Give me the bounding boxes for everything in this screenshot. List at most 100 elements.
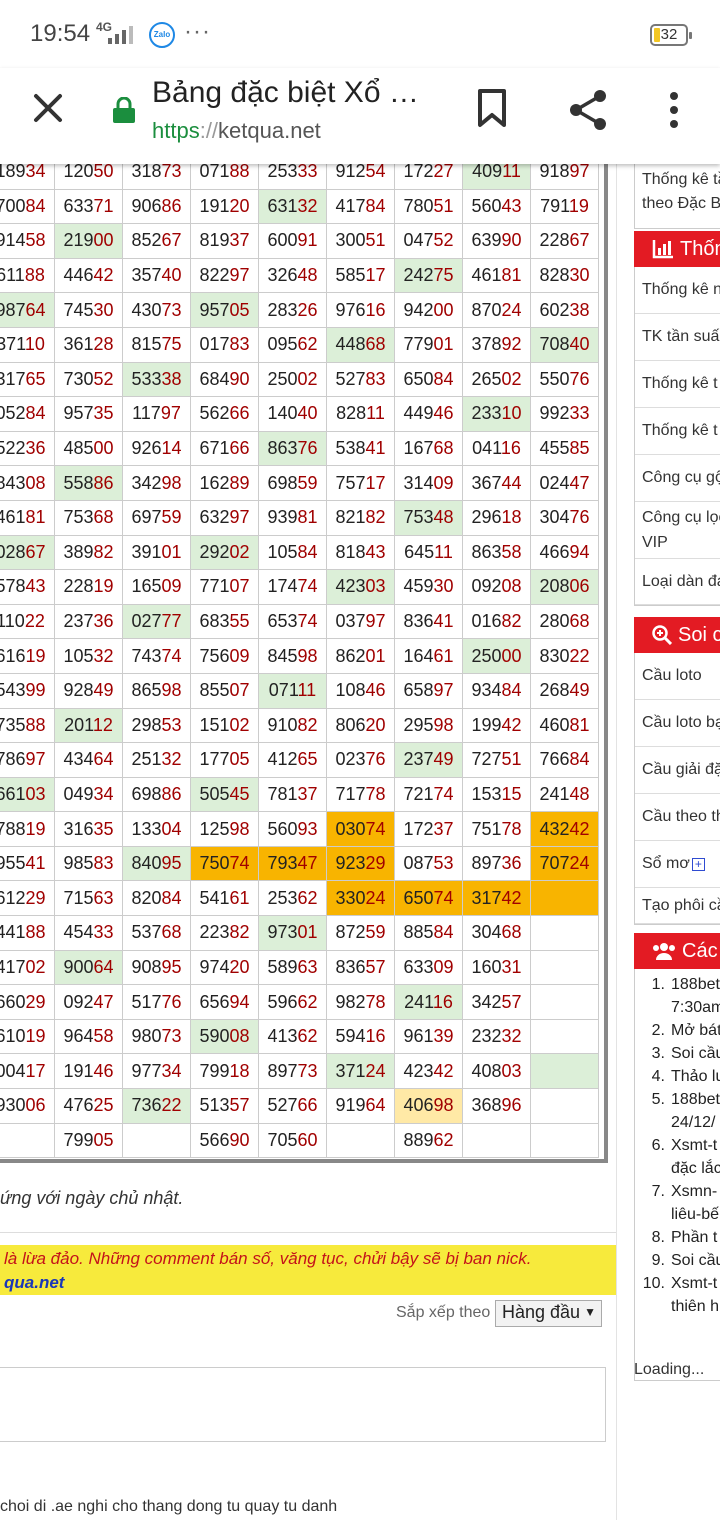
number-tail: 77 — [161, 611, 182, 632]
number-tail: 65 — [25, 368, 46, 389]
sidebar-item[interactable]: TK tần suấ — [635, 314, 720, 361]
news-item[interactable]: 6. Xsmt-t đặc lắc — [635, 1134, 720, 1180]
number-tail: 59 — [297, 472, 318, 493]
sidebar-item[interactable]: Công cụ gộ — [635, 455, 720, 502]
number-head: 461 — [471, 265, 502, 286]
url-host: ketqua.net — [218, 118, 321, 143]
table-cell: 42342 — [394, 1053, 463, 1090]
number-tail: 65 — [297, 749, 318, 770]
table-cell — [530, 915, 599, 951]
news-item[interactable]: 3. Soi cầu — [635, 1042, 720, 1065]
number-tail: 03 — [501, 1060, 522, 1081]
number-head: 961 — [403, 1026, 434, 1047]
number-tail: 08 — [25, 472, 46, 493]
number-head: 412 — [267, 749, 298, 770]
sidebar-item[interactable]: Tạo phôi cầ — [635, 888, 720, 924]
news-item[interactable]: 7. Xsmn-liêu-bến — [635, 1180, 720, 1226]
number-head: 611 — [0, 265, 25, 286]
sidebar-item[interactable]: Cầu giải đặ — [635, 747, 720, 794]
number-tail: 76 — [161, 991, 182, 1012]
table-cell — [326, 1122, 395, 1159]
number-tail: 84 — [433, 368, 454, 389]
number-head: 973 — [267, 922, 298, 943]
url-bar[interactable]: https://ketqua.net — [152, 118, 321, 144]
table-cell: 44868 — [326, 326, 395, 363]
number-tail: 86 — [161, 783, 182, 804]
news-item[interactable]: 9. Soi cầu — [635, 1249, 720, 1272]
number-tail: 58 — [501, 541, 522, 562]
table-cell: 40698 — [394, 1088, 463, 1124]
number-tail: 36 — [25, 438, 46, 459]
news-item[interactable]: 1. 188bet 7:30am — [635, 973, 720, 1019]
site-link[interactable]: qua.net — [4, 1271, 616, 1295]
table-note: ứng với ngày chủ nhật. — [0, 1188, 184, 1208]
number-head: 330 — [335, 887, 366, 908]
table-cell: 52236 — [0, 430, 55, 467]
warning-text: là lừa đảo. Những comment bán số, văng t… — [4, 1249, 532, 1268]
number-tail: 39 — [433, 1026, 454, 1047]
sidebar-item[interactable]: Cầu loto bạ — [635, 700, 720, 747]
number-head: 781 — [267, 783, 298, 804]
number-head: 153 — [471, 783, 502, 804]
table-cell: 75178 — [462, 811, 531, 847]
news-item[interactable]: 5. 188bet 24/12/ — [635, 1088, 720, 1134]
share-icon[interactable] — [566, 88, 610, 132]
news-item[interactable]: 10. Xsmt-t thiên h — [635, 1272, 720, 1318]
number-head: 028 — [0, 541, 26, 562]
bookmark-icon[interactable] — [474, 88, 510, 128]
sidebar-item[interactable]: Cầu theo th — [635, 794, 720, 841]
sidebar-item[interactable]: Cầu loto — [635, 653, 720, 700]
number-head: 650 — [403, 368, 434, 389]
number-head: 974 — [199, 956, 230, 977]
number-tail: 06 — [569, 576, 590, 597]
table-cell: 84095 — [122, 845, 191, 882]
table-cell: 54399 — [0, 672, 55, 709]
news-number: 2. — [651, 1022, 665, 1039]
sidebar-item[interactable]: Thống kê n — [635, 267, 720, 314]
number-tail: 41 — [365, 438, 386, 459]
news-item[interactable]: 2. Mở bát — [635, 1019, 720, 1042]
number-head: 432 — [539, 818, 570, 839]
table-cell — [530, 880, 599, 917]
table-cell: 69759 — [122, 499, 191, 536]
number-head: 208 — [539, 576, 570, 597]
table-cell: 68490 — [190, 361, 259, 398]
number-head: 454 — [63, 922, 94, 943]
number-tail: 17 — [25, 1060, 46, 1081]
number-tail: 32 — [93, 645, 114, 666]
table-cell: 05284 — [0, 396, 55, 432]
comment-input[interactable] — [0, 1367, 606, 1442]
number-tail: 98 — [297, 645, 318, 666]
sidebar-item-filter-vip[interactable]: Công cụ lọc VIP — [635, 502, 720, 559]
sidebar-item[interactable]: Thống kê t — [635, 361, 720, 408]
news-item[interactable]: 8. Phần t — [635, 1226, 720, 1249]
number-head: 656 — [199, 991, 230, 1012]
table-cell: 04116 — [462, 430, 531, 467]
sidebar-item-so-mo[interactable]: Sổ mơ + — [635, 841, 720, 888]
more-menu-icon[interactable] — [660, 90, 688, 130]
number-tail: 59 — [161, 507, 182, 528]
number-head: 408 — [471, 1060, 502, 1081]
close-icon[interactable] — [28, 88, 68, 128]
number-head: 160 — [471, 956, 502, 977]
sidebar-item-top-2[interactable]: theo Đặc B — [642, 192, 720, 216]
page-title[interactable]: Bảng đặc biệt Xổ … — [152, 76, 442, 110]
number-head: 550 — [539, 368, 570, 389]
number-head: 806 — [335, 714, 366, 735]
table-row: 52236 48500 92614 67166 86376 53841 16768 04116… — [0, 430, 599, 467]
news-item[interactable]: 4. Thảo lu — [635, 1065, 720, 1088]
sort-select[interactable]: Hàng đầu ▼ — [495, 1300, 602, 1327]
sidebar-item[interactable]: Loại dàn đa — [635, 559, 720, 605]
table-cell: 92849 — [54, 672, 123, 709]
number-head: 023 — [335, 749, 366, 770]
table-cell: 15102 — [190, 707, 259, 744]
table-cell: 16461 — [394, 638, 463, 674]
number-head: 237 — [403, 749, 434, 770]
table-cell: 41702 — [0, 949, 55, 986]
table-cell: 51357 — [190, 1088, 259, 1124]
special-prize-table: 18934 12050 31873 07188 25333 91254 17227 40911… — [0, 154, 599, 1159]
table-row: 1102223736027776835565374037978364101682… — [0, 603, 599, 640]
number-head: 317 — [0, 368, 26, 389]
sidebar-item[interactable]: Thống kê t — [635, 408, 720, 455]
sidebar-item-top-1[interactable]: Thống kê tầ — [642, 168, 720, 192]
